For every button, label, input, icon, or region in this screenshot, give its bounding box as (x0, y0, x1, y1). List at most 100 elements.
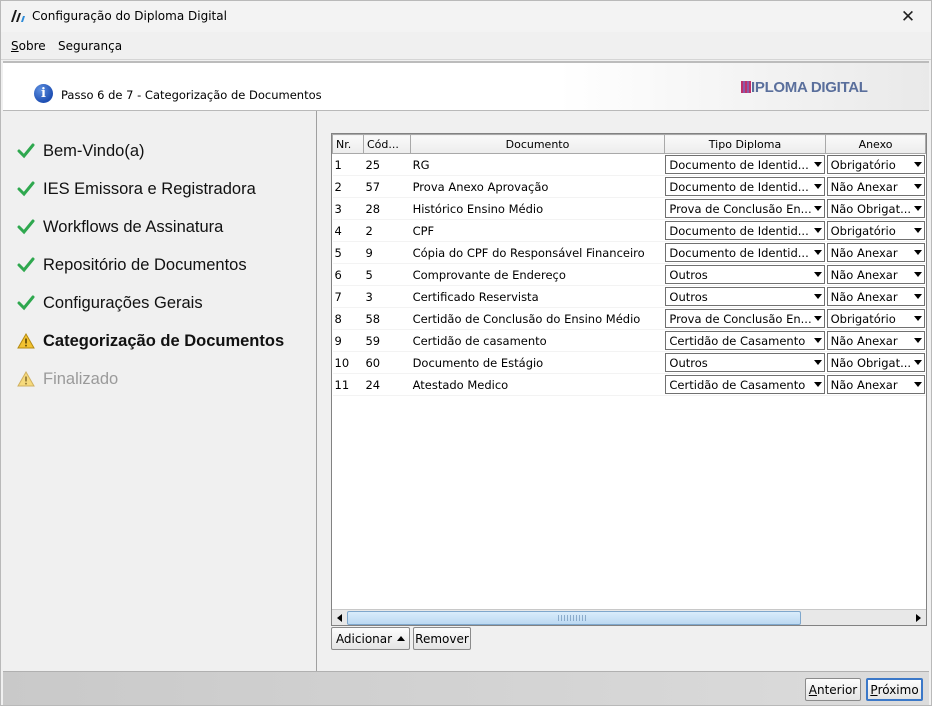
wizard-steps: Bem-Vindo(a) IES Emissora e Registradora… (3, 111, 317, 671)
anexo-select[interactable]: Não Anexar (826, 243, 925, 262)
menu-sobre[interactable]: Sobre (11, 39, 46, 53)
wizard-window: Configuração do Diploma Digital ✕ Sobre … (0, 0, 932, 706)
cell-documento[interactable]: Comprovante de Endereço (410, 263, 665, 286)
anexo-select[interactable]: Não Anexar (826, 265, 925, 284)
cell-documento[interactable]: Histórico Ensino Médio (410, 197, 665, 220)
step-label: Categorização de Documentos (43, 331, 285, 350)
table-row[interactable]: 9 59 Certidão de casamento Certidão de Casa… (332, 329, 926, 352)
cell-documento[interactable]: CPF (410, 219, 665, 242)
column-header-codigo[interactable]: Cód... (362, 134, 412, 154)
tipo-diploma-value: Documento de Identid... (669, 179, 809, 194)
column-header-nr[interactable]: Nr. (332, 134, 364, 154)
cell-anexo: Não Anexar (825, 373, 926, 396)
cell-documento[interactable]: Prova Anexo Aprovação (410, 175, 665, 198)
cell-documento[interactable]: RG (410, 153, 665, 176)
cell-codigo: 57 (363, 175, 411, 198)
chevron-down-icon[interactable] (812, 200, 824, 217)
chevron-down-icon[interactable] (812, 222, 824, 239)
chevron-down-icon[interactable] (812, 178, 824, 195)
table-row[interactable]: 7 3 Certificado Reservista Outros Não Anexar (332, 285, 926, 308)
chevron-down-icon[interactable] (912, 222, 924, 239)
anexo-select[interactable]: Não Obrigat... (826, 353, 925, 372)
chevron-down-icon[interactable] (912, 178, 924, 195)
cell-documento[interactable]: Atestado Medico (410, 373, 665, 396)
tipo-diploma-select[interactable]: Documento de Identid... (665, 221, 825, 240)
chevron-down-icon[interactable] (812, 376, 824, 393)
tipo-diploma-select[interactable]: Prova de Conclusão En... (665, 309, 825, 328)
scroll-right-icon[interactable] (911, 610, 926, 625)
tipo-diploma-select[interactable]: Documento de Identid... (665, 155, 825, 174)
tipo-diploma-value: Outros (669, 267, 708, 282)
remove-button[interactable]: Remover (413, 627, 471, 650)
cell-documento[interactable]: Cópia do CPF do Responsável Financeiro (410, 241, 665, 264)
chevron-down-icon[interactable] (812, 244, 824, 261)
chevron-down-icon[interactable] (812, 156, 824, 173)
chevron-down-icon[interactable] (912, 354, 924, 371)
chevron-down-icon[interactable] (912, 310, 924, 327)
table-row[interactable]: 3 28 Histórico Ensino Médio Prova de Conclu… (332, 197, 926, 220)
tipo-diploma-select[interactable]: Certidão de Casamento (665, 375, 825, 394)
column-header-documento[interactable]: Documento (410, 134, 665, 154)
tipo-diploma-select[interactable]: Prova de Conclusão En... (665, 199, 825, 218)
chevron-down-icon[interactable] (912, 288, 924, 305)
table-row[interactable]: 2 57 Prova Anexo Aprovação Documento de Ide… (332, 175, 926, 198)
anexo-select[interactable]: Não Obrigat... (826, 199, 925, 218)
cell-codigo: 59 (363, 329, 411, 352)
table-row[interactable]: 8 58 Certidão de Conclusão do Ensino Médio… (332, 307, 926, 330)
anexo-select[interactable]: Obrigatório (826, 309, 925, 328)
next-button[interactable]: Próximo (866, 678, 923, 701)
chevron-down-icon[interactable] (912, 156, 924, 173)
chevron-down-icon[interactable] (912, 244, 924, 261)
table-row[interactable]: 10 60 Documento de Estágio Outros Não Obriga… (332, 351, 926, 374)
menu-seguranca[interactable]: Segurança (58, 39, 122, 53)
chevron-down-icon[interactable] (912, 200, 924, 217)
warning-icon (17, 370, 35, 387)
tipo-diploma-select[interactable]: Outros (665, 265, 825, 284)
tipo-diploma-select[interactable]: Documento de Identid... (665, 243, 825, 262)
table-row[interactable]: 5 9 Cópia do CPF do Responsável Financeiro… (332, 241, 926, 264)
cell-documento[interactable]: Certidão de Conclusão do Ensino Médio (410, 307, 665, 330)
table-row[interactable]: 4 2 CPF Documento de Identid... Obrigatório (332, 219, 926, 242)
column-header-anexo[interactable]: Anexo (825, 134, 926, 154)
anexo-select[interactable]: Obrigatório (826, 155, 925, 174)
cell-nr: 3 (332, 197, 364, 220)
tipo-diploma-select[interactable]: Outros (665, 353, 825, 372)
close-button[interactable]: ✕ (885, 1, 931, 32)
anexo-select[interactable]: Não Anexar (826, 375, 925, 394)
chevron-down-icon[interactable] (812, 288, 824, 305)
chevron-down-icon[interactable] (812, 310, 824, 327)
checkmark-icon (17, 295, 35, 311)
anexo-select[interactable]: Não Anexar (826, 177, 925, 196)
table-row[interactable]: 1 25 RG Documento de Identid... Obrigatório (332, 153, 926, 176)
step-label: Workflows de Assinatura (43, 217, 224, 236)
back-button[interactable]: Anterior (805, 678, 861, 701)
anexo-select[interactable]: Não Anexar (826, 331, 925, 350)
tipo-diploma-select[interactable]: Outros (665, 287, 825, 306)
chevron-down-icon[interactable] (912, 332, 924, 349)
step-item: Bem-Vindo(a) (17, 140, 145, 162)
anexo-select[interactable]: Obrigatório (826, 221, 925, 240)
checkmark-icon (17, 181, 35, 197)
tipo-diploma-select[interactable]: Documento de Identid... (665, 177, 825, 196)
scrollbar-thumb[interactable] (347, 611, 801, 625)
tipo-diploma-select[interactable]: Certidão de Casamento (665, 331, 825, 350)
checkmark-icon (17, 219, 35, 235)
chevron-down-icon[interactable] (912, 266, 924, 283)
table-row[interactable]: 6 5 Comprovante de Endereço Outros Não Anexa… (332, 263, 926, 286)
chevron-down-icon[interactable] (812, 266, 824, 283)
cell-documento[interactable]: Certidão de casamento (410, 329, 665, 352)
scroll-left-icon[interactable] (332, 610, 347, 625)
cell-documento[interactable]: Certificado Reservista (410, 285, 665, 308)
anexo-select[interactable]: Não Anexar (826, 287, 925, 306)
table-row[interactable]: 11 24 Atestado Medico Certidão de Casamento… (332, 373, 926, 396)
chevron-down-icon[interactable] (812, 354, 824, 371)
table-header-row: Nr. Cód... Documento Tipo Diploma Anexo (332, 134, 926, 154)
horizontal-scrollbar[interactable] (332, 609, 926, 625)
chevron-down-icon[interactable] (912, 376, 924, 393)
chevron-down-icon[interactable] (812, 332, 824, 349)
cell-documento[interactable]: Documento de Estágio (410, 351, 665, 374)
cell-codigo: 60 (363, 351, 411, 374)
column-header-tipo-diploma[interactable]: Tipo Diploma (663, 134, 827, 154)
add-button[interactable]: Adicionar (331, 627, 410, 650)
cell-anexo: Não Obrigat... (825, 351, 926, 374)
